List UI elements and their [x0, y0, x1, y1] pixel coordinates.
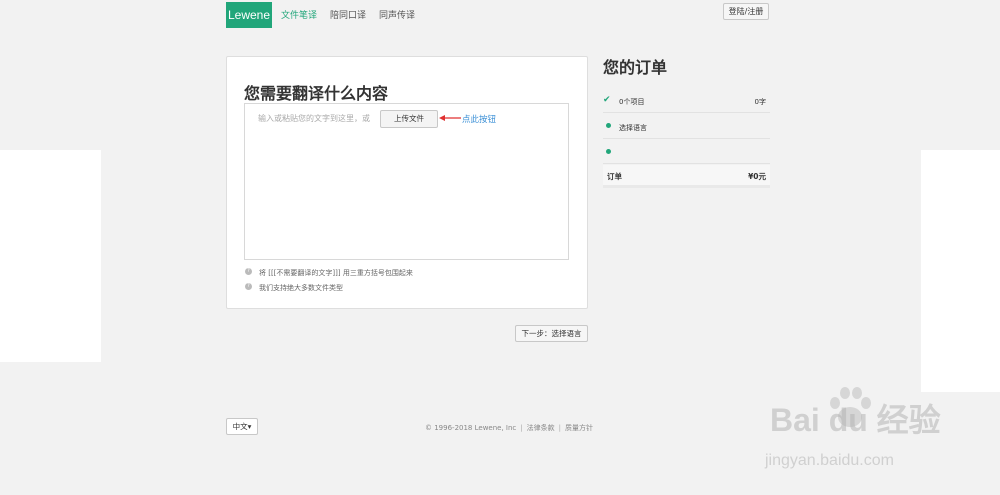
next-step-button[interactable]: 下一步：选择语言	[515, 325, 588, 342]
paw-icon	[830, 387, 871, 427]
order-total-value: ¥0元	[748, 172, 766, 181]
text-placeholder: 输入或粘贴您的文字到这里，或	[258, 114, 370, 123]
top-bar: Lewene 文件笔译 陪同口译 同声传译 登陆/注册	[0, 0, 1000, 30]
nav-simultaneous-interpretation[interactable]: 同声传译	[379, 8, 415, 21]
help-icon: ?	[245, 283, 252, 290]
status-dot-icon	[606, 149, 611, 154]
order-total-label: 订单	[607, 172, 622, 181]
word-count: 0字	[754, 98, 766, 106]
order-divider	[603, 163, 770, 164]
hint-file-types: 我们支持绝大多数文件类型	[259, 284, 343, 292]
lewene-logo[interactable]: Lewene	[226, 2, 272, 28]
upload-file-button[interactable]: 上传文件	[380, 110, 438, 128]
left-blank-panel	[0, 150, 101, 362]
items-count: 0个项目	[619, 98, 645, 106]
legal-terms-link[interactable]: 法律条款	[527, 424, 555, 432]
hint-bracket: 将 [[[不需要翻译的文字]]] 用三重方括号包围起来	[259, 269, 413, 277]
order-title: 您的订单	[603, 58, 668, 77]
order-divider	[603, 138, 770, 139]
copyright: © 1996-2018 Lewene, Inc	[425, 424, 517, 432]
login-register-button[interactable]: 登陆/注册	[723, 3, 769, 20]
watermark-url: jingyan.baidu.com	[765, 452, 894, 469]
footer: © 1996-2018 Lewene, Inc | 法律条款 | 质量方针	[425, 424, 593, 432]
check-icon: ✔	[603, 95, 611, 105]
quality-policy-link[interactable]: 质量方针	[565, 424, 593, 432]
click-here-annotation: 点此按钮	[462, 115, 497, 125]
order-divider	[603, 112, 770, 113]
order-total-row: 订单 ¥0元	[603, 165, 770, 188]
select-language-label: 选择语言	[619, 124, 647, 132]
nav-escort-interpretation[interactable]: 陪同口译	[330, 8, 366, 21]
arrow-left-icon	[439, 115, 461, 121]
page-title: 您需要翻译什么内容	[244, 84, 389, 103]
help-icon: ?	[245, 268, 252, 275]
right-blank-panel	[921, 150, 1000, 392]
status-dot-icon	[606, 123, 611, 128]
language-select[interactable]: 中文▾	[226, 418, 258, 435]
nav-document-translation[interactable]: 文件笔译	[281, 8, 317, 21]
